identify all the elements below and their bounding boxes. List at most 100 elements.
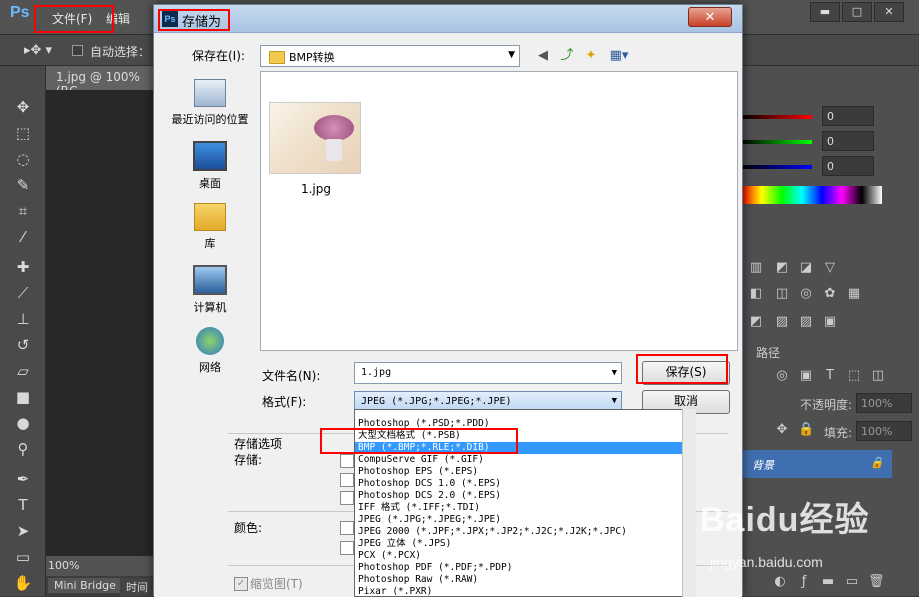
format-option[interactable]: Photoshop Raw (*.RAW) [355, 574, 683, 586]
place-library[interactable]: 库 [164, 203, 256, 251]
path-text-icon[interactable]: T [822, 368, 838, 384]
healing-tool-icon[interactable]: ✚ [10, 256, 36, 278]
places-bar: 最近访问的位置 桌面 库 计算机 网络 [164, 71, 256, 381]
highlight-save-button [636, 354, 728, 384]
posterize-icon[interactable]: ▨ [774, 314, 790, 330]
move-tool-icon[interactable]: ✥ [10, 96, 36, 118]
up-folder-icon[interactable]: ⤴ [558, 47, 576, 65]
path-new-icon[interactable]: ◫ [870, 368, 886, 384]
photo-filter-icon[interactable]: ◎ [798, 286, 814, 302]
minimize-icon[interactable]: ▬ [810, 2, 840, 22]
color-checkbox-2[interactable] [340, 541, 354, 555]
place-desktop[interactable]: 桌面 [164, 141, 256, 191]
blue-track[interactable] [742, 165, 812, 169]
network-icon [196, 327, 224, 355]
hand-tool-icon[interactable]: ✋ [10, 572, 36, 594]
pen-tool-icon[interactable]: ✒ [10, 468, 36, 490]
filename-input[interactable]: 1.jpg ▼ [354, 362, 622, 384]
dialog-close-icon[interactable]: ✕ [688, 7, 732, 27]
channel-mixer-icon[interactable]: ✿ [822, 286, 838, 302]
red-track[interactable] [742, 115, 812, 119]
lock-all-icon[interactable]: 🔒 [798, 422, 814, 438]
gradient-map-icon[interactable]: ▽ [822, 260, 838, 276]
format-option[interactable]: JPEG (*.JPG;*.JPEG;*.JPE) [355, 514, 683, 526]
format-option[interactable]: JPEG 立体 (*.JPS) [355, 538, 683, 550]
auto-select-checkbox[interactable] [72, 45, 83, 56]
green-track[interactable] [742, 140, 812, 144]
color-checkbox-1[interactable] [340, 521, 354, 535]
close-icon[interactable]: ✕ [874, 2, 904, 22]
move-tool-icon[interactable]: ▸✥ ▾ [24, 43, 52, 58]
file-name-label[interactable]: 1.jpg [291, 182, 341, 196]
color-balance-icon[interactable]: ◧ [748, 286, 764, 302]
format-option[interactable]: Photoshop PDF (*.PDF;*.PDP) [355, 562, 683, 574]
selective-color-icon[interactable]: ▣ [822, 314, 838, 330]
history-brush-tool-icon[interactable]: ↺ [10, 334, 36, 356]
eraser-tool-icon[interactable]: ▱ [10, 360, 36, 382]
red-slider[interactable]: 0 [742, 106, 919, 128]
blur-tool-icon[interactable]: ● [10, 412, 36, 434]
thumbnail-checkbox[interactable]: ✓ [234, 577, 248, 591]
fill-input[interactable]: 100% [856, 421, 912, 441]
format-option[interactable]: IFF 格式 (*.IFF;*.TDI) [355, 502, 683, 514]
format-option[interactable]: Photoshop DCS 1.0 (*.EPS) [355, 478, 683, 490]
format-option[interactable]: PCX (*.PCX) [355, 550, 683, 562]
gradient-tool-icon[interactable]: ■ [10, 386, 36, 408]
shape-tool-icon[interactable]: ▭ [10, 546, 36, 568]
tab-paths[interactable]: 路径 [756, 344, 780, 361]
new-folder-icon[interactable]: ✦ [582, 47, 600, 65]
exposure-icon[interactable]: ◪ [798, 260, 814, 276]
threshold-icon[interactable]: ▨ [798, 314, 814, 330]
storage-checkbox-2[interactable] [340, 473, 354, 487]
computer-icon [193, 265, 227, 295]
file-list-area: 1.jpg [260, 71, 738, 351]
lock-position-icon[interactable]: ✥ [774, 422, 790, 438]
place-computer[interactable]: 计算机 [164, 265, 256, 315]
place-recent[interactable]: 最近访问的位置 [164, 79, 256, 127]
document-tab[interactable]: 1.jpg @ 100%(RG [46, 66, 156, 98]
maximize-icon[interactable]: □ [842, 2, 872, 22]
storage-checkbox-1[interactable] [340, 454, 354, 468]
format-option[interactable]: CompuServe GIF (*.GIF) [355, 454, 683, 466]
quick-select-tool-icon[interactable]: ✎ [10, 174, 36, 196]
color-lookup-icon[interactable]: ▦ [846, 286, 862, 302]
blue-slider[interactable]: 0 [742, 156, 919, 178]
color-spectrum-bar[interactable] [742, 186, 882, 204]
crop-tool-icon[interactable]: ⌗ [10, 200, 36, 222]
watermark-sub: jingyan.baidu.com [710, 554, 823, 570]
type-tool-icon[interactable]: T [10, 494, 36, 516]
path-stroke-icon[interactable]: ▣ [798, 368, 814, 384]
layer-background[interactable]: 背景 🔒 [742, 450, 892, 478]
save-in-combo[interactable]: BMP转换 ▼ [260, 45, 520, 67]
path-fill-icon[interactable]: ◎ [774, 368, 790, 384]
curves-icon[interactable]: ◩ [774, 260, 790, 276]
opacity-input[interactable]: 100% [856, 393, 912, 413]
green-value[interactable]: 0 [822, 131, 874, 151]
storage-options-heading: 存储选项 [234, 437, 283, 451]
tab-mini-bridge[interactable]: Mini Bridge [48, 578, 122, 593]
marquee-tool-icon[interactable]: ⬚ [10, 122, 36, 144]
eyedropper-tool-icon[interactable]: ⁄ [10, 226, 36, 248]
file-thumbnail[interactable] [269, 102, 361, 174]
brush-tool-icon[interactable]: ⟋ [10, 282, 36, 304]
path-select-tool-icon[interactable]: ➤ [10, 520, 36, 542]
format-option[interactable]: JPEG 2000 (*.JPF;*.JPX;*.JP2;*.J2C;*.J2K… [355, 526, 683, 538]
red-value[interactable]: 0 [822, 106, 874, 126]
back-icon[interactable]: ◀ [534, 47, 552, 65]
view-menu-icon[interactable]: ▦▾ [606, 47, 632, 65]
stamp-tool-icon[interactable]: ⊥ [10, 308, 36, 330]
format-option[interactable]: Photoshop DCS 2.0 (*.EPS) [355, 490, 683, 502]
green-slider[interactable]: 0 [742, 131, 919, 153]
tab-timeline[interactable]: 时间 [120, 578, 154, 596]
path-mask-icon[interactable]: ⬚ [846, 368, 862, 384]
levels-icon[interactable]: ▥ [748, 260, 764, 276]
black-white-icon[interactable]: ◫ [774, 286, 790, 302]
lasso-tool-icon[interactable]: ◌ [10, 148, 36, 170]
invert-icon[interactable]: ◩ [748, 314, 764, 330]
place-network[interactable]: 网络 [164, 327, 256, 375]
blue-value[interactable]: 0 [822, 156, 874, 176]
format-option[interactable]: Pixar (*.PXR) [355, 586, 683, 596]
storage-checkbox-3[interactable] [340, 491, 354, 505]
dodge-tool-icon[interactable]: ⚲ [10, 438, 36, 460]
format-option[interactable]: Photoshop EPS (*.EPS) [355, 466, 683, 478]
